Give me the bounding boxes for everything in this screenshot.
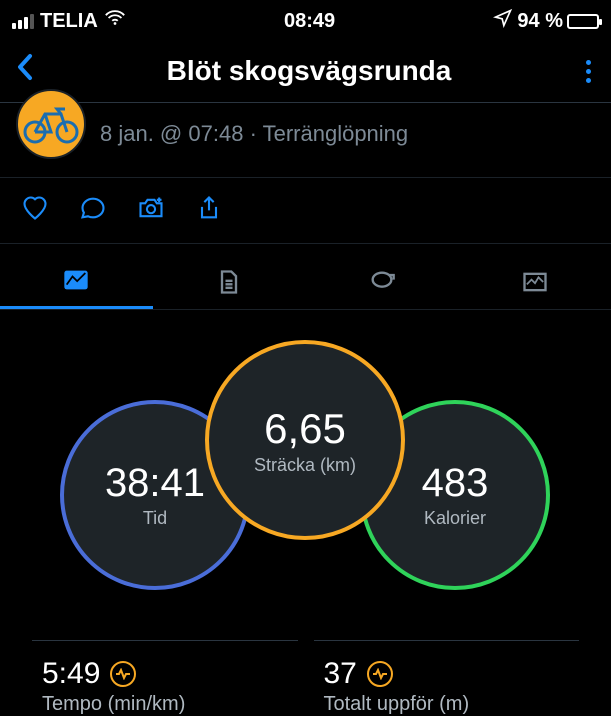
overview-icon <box>59 266 93 294</box>
comment-button[interactable] <box>78 194 108 227</box>
ring-time-value: 38:41 <box>105 461 205 506</box>
photo-button[interactable] <box>136 194 166 227</box>
status-bar: TELIA 08:49 94 % <box>0 0 611 36</box>
activity-meta: 8 jan. @ 07:48 · Terränglöpning <box>100 121 408 147</box>
activity-avatar[interactable] <box>16 89 86 159</box>
status-time: 08:49 <box>284 10 335 33</box>
tab-row <box>0 244 611 310</box>
heart-icon <box>20 194 50 222</box>
share-icon <box>194 194 224 222</box>
comment-icon <box>78 194 108 222</box>
activity-type: Terränglöpning <box>263 121 409 146</box>
stat-pace-value: 5:49 <box>42 657 288 691</box>
pulse-icon <box>367 661 393 687</box>
status-left: TELIA <box>12 7 126 35</box>
tab-charts[interactable] <box>458 256 611 308</box>
share-button[interactable] <box>194 194 224 227</box>
stat-pace[interactable]: 5:49 Tempo (min/km) <box>32 640 298 716</box>
camera-icon <box>136 194 166 222</box>
ring-calories-label: Kalorier <box>424 508 486 529</box>
document-icon <box>212 268 246 296</box>
location-icon <box>493 8 513 34</box>
pulse-icon <box>110 661 136 687</box>
ring-distance-label: Sträcka (km) <box>254 455 356 476</box>
battery-label: 94 % <box>517 10 563 33</box>
ring-calories-value: 483 <box>422 461 489 506</box>
stat-ascent-value: 37 <box>324 657 570 691</box>
tab-laps[interactable] <box>306 256 459 308</box>
wifi-icon <box>104 7 126 35</box>
like-button[interactable] <box>20 194 50 227</box>
activity-header: 8 jan. @ 07:48 · Terränglöpning <box>0 103 611 178</box>
battery-icon <box>567 14 599 29</box>
stat-ascent[interactable]: 37 Totalt uppför (m) <box>314 640 580 716</box>
signal-icon <box>12 14 34 29</box>
stats-row: 5:49 Tempo (min/km) 37 Totalt uppför (m) <box>0 640 611 716</box>
lap-icon <box>365 268 399 296</box>
summary-rings: 38:41 Tid 6,65 Sträcka (km) 483 Kalorier <box>0 330 611 630</box>
header: Blöt skogsvägsrunda <box>0 36 611 103</box>
ring-distance-value: 6,65 <box>264 405 346 453</box>
tab-overview[interactable] <box>0 254 153 309</box>
activity-date: 8 jan. @ 07:48 <box>100 121 243 146</box>
action-row <box>0 178 611 244</box>
stat-ascent-label: Totalt uppför (m) <box>324 693 570 716</box>
ring-distance[interactable]: 6,65 Sträcka (km) <box>205 340 405 540</box>
ring-time-label: Tid <box>143 508 167 529</box>
more-button[interactable] <box>582 56 595 87</box>
stat-pace-label: Tempo (min/km) <box>42 693 288 716</box>
status-right: 94 % <box>493 8 599 34</box>
back-button[interactable] <box>16 52 36 90</box>
chart-icon <box>518 268 552 296</box>
tab-details[interactable] <box>153 256 306 308</box>
page-title: Blöt skogsvägsrunda <box>36 55 582 87</box>
bike-icon <box>21 104 81 144</box>
carrier-label: TELIA <box>40 10 98 33</box>
